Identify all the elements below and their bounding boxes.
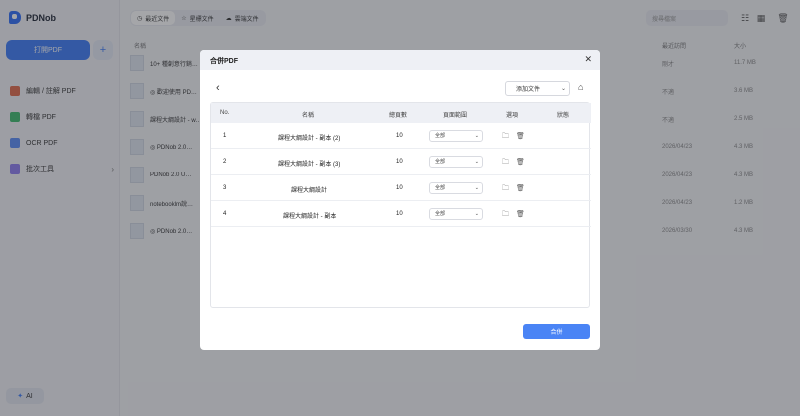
add-file-label: 添加文件 — [516, 87, 541, 93]
header-status: 狀態 — [557, 113, 570, 119]
header-pages: 總頁數 — [389, 113, 408, 119]
range-value: 全部 — [435, 211, 446, 217]
folder-icon[interactable]: 🗀 — [502, 184, 509, 195]
row-pages: 10 — [396, 159, 403, 165]
header-range: 頁面範圍 — [443, 113, 468, 119]
page-range-select[interactable]: 全部 ⌄ — [429, 182, 483, 194]
trash-icon[interactable]: 🗑 — [516, 184, 525, 192]
close-icon[interactable]: ✕ — [584, 54, 592, 65]
dialog-title: 合併PDF — [210, 58, 238, 65]
range-value: 全部 — [435, 185, 446, 191]
trash-icon[interactable]: 🗑 — [516, 158, 525, 166]
row-no: 4 — [223, 211, 227, 217]
header-name: 名稱 — [302, 113, 315, 119]
table-header: No. 名稱 總頁數 頁面範圍 選項 狀態 — [211, 103, 591, 123]
row-pages: 10 — [396, 133, 403, 139]
add-file-dropdown[interactable]: 添加文件 ⌄ — [505, 81, 570, 96]
row-pages: 10 — [396, 211, 403, 217]
back-arrow-icon[interactable]: ‹ — [216, 82, 220, 94]
table-row: 2 課程大綱設計 - 副本 (3) 10 全部 ⌄ 🗀 🗑 — [211, 149, 591, 175]
folder-icon[interactable]: 🗀 — [502, 132, 509, 143]
header-no: No. — [220, 110, 230, 116]
dialog-header: 合併PDF ✕ — [200, 50, 600, 70]
row-pages: 10 — [396, 185, 403, 191]
chevron-down-icon: ⌄ — [474, 211, 479, 217]
header-options: 選項 — [506, 113, 519, 119]
table-row: 4 課程大綱設計 - 副本 10 全部 ⌄ 🗀 🗑 — [211, 201, 591, 227]
clear-all-icon[interactable]: ⌂ — [578, 82, 583, 92]
row-name: 課程大綱設計 - 副本 (2) — [278, 136, 341, 142]
chevron-down-icon: ⌄ — [560, 86, 566, 92]
chevron-down-icon: ⌄ — [474, 133, 479, 139]
merge-button[interactable]: 合併 — [523, 324, 590, 339]
table-row: 3 課程大綱設計 10 全部 ⌄ 🗀 🗑 — [211, 175, 591, 201]
row-no: 2 — [223, 159, 227, 165]
merge-pdf-dialog: 合併PDF ✕ ‹ 添加文件 ⌄ ⌂ No. 名稱 總頁數 頁面範圍 選項 狀態… — [200, 50, 600, 350]
page-range-select[interactable]: 全部 ⌄ — [429, 208, 483, 220]
row-name: 課程大綱設計 — [291, 188, 328, 194]
range-value: 全部 — [435, 133, 446, 139]
trash-icon[interactable]: 🗑 — [516, 132, 525, 140]
chevron-down-icon: ⌄ — [474, 185, 479, 191]
folder-icon[interactable]: 🗀 — [502, 158, 509, 169]
table-frame: No. 名稱 總頁數 頁面範圍 選項 狀態 1 課程大綱設計 - 副本 (2) … — [210, 102, 591, 308]
row-name: 課程大綱設計 - 副本 (3) — [278, 162, 341, 168]
page-range-select[interactable]: 全部 ⌄ — [429, 156, 483, 168]
merge-file-table: No. 名稱 總頁數 頁面範圍 選項 狀態 1 課程大綱設計 - 副本 (2) … — [210, 102, 591, 360]
page-range-select[interactable]: 全部 ⌄ — [429, 130, 483, 142]
trash-icon[interactable]: 🗑 — [516, 210, 525, 218]
table-row: 1 課程大綱設計 - 副本 (2) 10 全部 ⌄ 🗀 🗑 — [211, 123, 591, 149]
row-no: 1 — [223, 133, 227, 139]
chevron-down-icon: ⌄ — [474, 159, 479, 165]
row-no: 3 — [223, 185, 227, 191]
row-name: 課程大綱設計 - 副本 — [283, 214, 337, 220]
folder-icon[interactable]: 🗀 — [502, 210, 509, 221]
range-value: 全部 — [435, 159, 446, 165]
